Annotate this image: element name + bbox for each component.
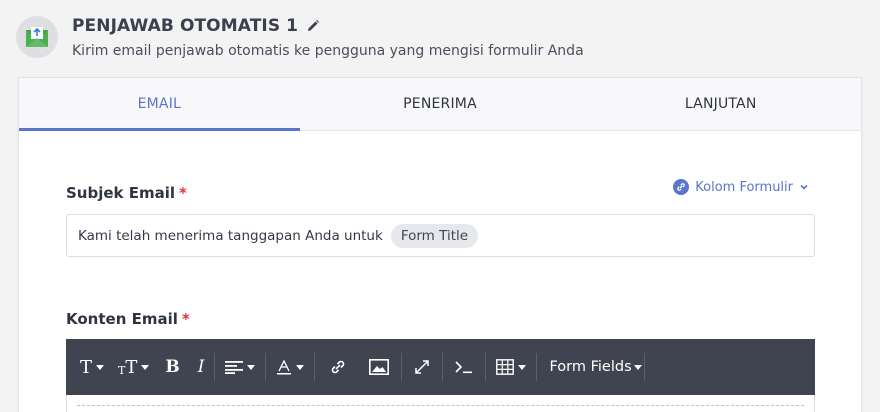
subject-label-text: Subjek Email: [66, 184, 176, 202]
editor-body[interactable]: [77, 405, 804, 412]
text-color-icon: [277, 359, 292, 375]
font-family-button[interactable]: T: [72, 339, 112, 395]
required-mark: *: [181, 310, 190, 328]
form-fields-button[interactable]: Form Fields: [539, 339, 642, 395]
insert-link-button[interactable]: [317, 339, 359, 395]
page-description: Kirim email penjawab otomatis ke penggun…: [72, 43, 584, 59]
chevron-down-icon: [800, 184, 808, 190]
subject-input[interactable]: Kami telah menerima tanggapan Anda untuk…: [66, 214, 815, 257]
tab-recipients[interactable]: PENERIMA: [300, 78, 581, 130]
font-size-button[interactable]: TT: [112, 339, 155, 395]
insert-image-button[interactable]: [359, 339, 399, 395]
editor-toolbar: T TT B I Form Fields: [66, 339, 815, 395]
required-mark: *: [179, 184, 187, 202]
form-title-tag[interactable]: Form Title: [390, 223, 479, 248]
autoresponder-header: PENJAWAB OTOMATIS 1 Kirim email penjawab…: [16, 14, 866, 64]
link-icon: [332, 360, 345, 374]
envelope-avatar: [16, 16, 58, 58]
form-fields-text: Form Fields: [549, 359, 632, 375]
italic-icon: I: [197, 357, 205, 377]
align-button[interactable]: [217, 339, 263, 395]
insert-table-button[interactable]: [488, 339, 534, 395]
align-left-icon: [225, 361, 244, 374]
form-fields-label: Kolom Formulir: [695, 179, 793, 195]
subject-label: Subjek Email *: [66, 184, 187, 202]
expand-icon: [415, 360, 430, 374]
envelope-icon: [26, 27, 48, 47]
bold-icon: B: [165, 357, 180, 377]
subject-value: Kami telah menerima tanggapan Anda untuk: [78, 227, 383, 244]
content-label-text: Konten Email: [66, 310, 178, 328]
terminal-icon: [455, 361, 473, 374]
pencil-icon[interactable]: [306, 19, 320, 33]
page-title: PENJAWAB OTOMATIS 1: [72, 16, 320, 36]
link-icon: [673, 179, 690, 195]
bold-button[interactable]: B: [155, 339, 189, 395]
form-fields-dropdown[interactable]: Kolom Formulir: [673, 179, 809, 195]
code-view-button[interactable]: [445, 339, 483, 395]
font-family-icon: T: [80, 356, 93, 378]
fullscreen-button[interactable]: [404, 339, 440, 395]
email-content-editor[interactable]: [66, 395, 815, 412]
content-label: Konten Email *: [66, 310, 190, 328]
image-icon: [369, 359, 390, 375]
settings-card: EMAIL PENERIMA LANJUTAN Subjek Email * Ko…: [18, 77, 862, 412]
tab-advanced[interactable]: LANJUTAN: [580, 78, 861, 130]
page-title-text: PENJAWAB OTOMATIS 1: [72, 16, 299, 36]
tab-email[interactable]: EMAIL: [19, 78, 300, 131]
table-icon: [496, 359, 515, 375]
italic-button[interactable]: I: [190, 339, 213, 395]
font-size-icon: T: [125, 356, 138, 378]
tab-bar: EMAIL PENERIMA LANJUTAN: [19, 78, 861, 131]
text-color-button[interactable]: [268, 339, 312, 395]
